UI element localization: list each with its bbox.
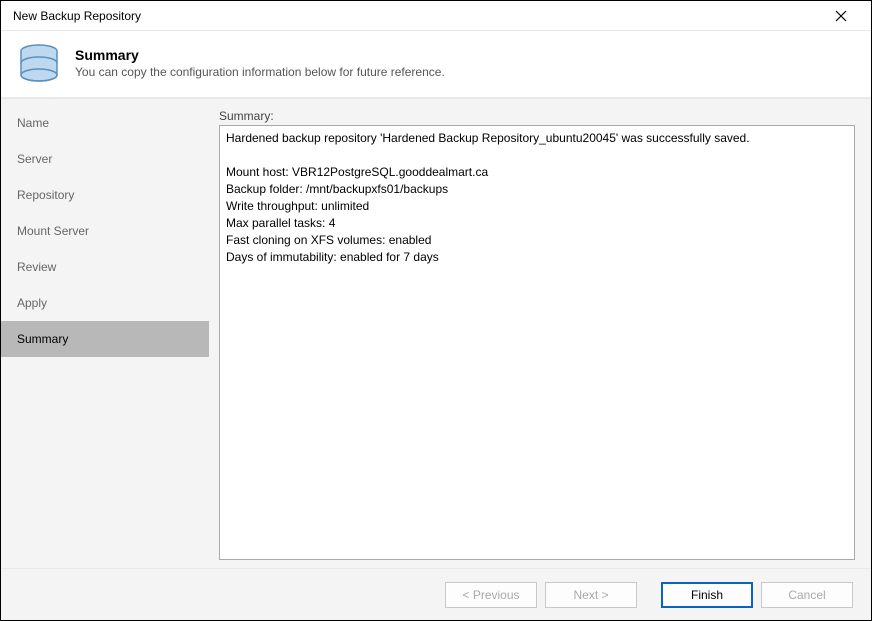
summary-textbox[interactable]: Hardened backup repository 'Hardened Bac… (219, 125, 855, 560)
main-panel: Summary: Hardened backup repository 'Har… (209, 99, 871, 568)
next-button: Next > (545, 582, 637, 608)
previous-button: < Previous (445, 582, 537, 608)
sidebar: Name Server Repository Mount Server Revi… (1, 99, 209, 568)
page-subheading: You can copy the configuration informati… (75, 65, 445, 79)
header-text: Summary You can copy the configuration i… (75, 47, 445, 79)
sidebar-step-name[interactable]: Name (1, 105, 209, 141)
sidebar-step-apply[interactable]: Apply (1, 285, 209, 321)
cancel-button: Cancel (761, 582, 853, 608)
titlebar: New Backup Repository (1, 1, 871, 31)
wizard-body: Name Server Repository Mount Server Revi… (1, 98, 871, 568)
close-button[interactable] (821, 2, 861, 30)
window-title: New Backup Repository (13, 9, 141, 23)
summary-label: Summary: (219, 109, 855, 123)
wizard-footer: < Previous Next > Finish Cancel (1, 568, 871, 620)
finish-button[interactable]: Finish (661, 582, 753, 608)
close-icon (835, 10, 847, 22)
sidebar-step-repository[interactable]: Repository (1, 177, 209, 213)
page-heading: Summary (75, 47, 445, 63)
sidebar-step-mount-server[interactable]: Mount Server (1, 213, 209, 249)
sidebar-step-review[interactable]: Review (1, 249, 209, 285)
repository-icon (15, 39, 63, 87)
sidebar-step-server[interactable]: Server (1, 141, 209, 177)
sidebar-step-summary[interactable]: Summary (1, 321, 209, 357)
wizard-header: Summary You can copy the configuration i… (1, 31, 871, 98)
